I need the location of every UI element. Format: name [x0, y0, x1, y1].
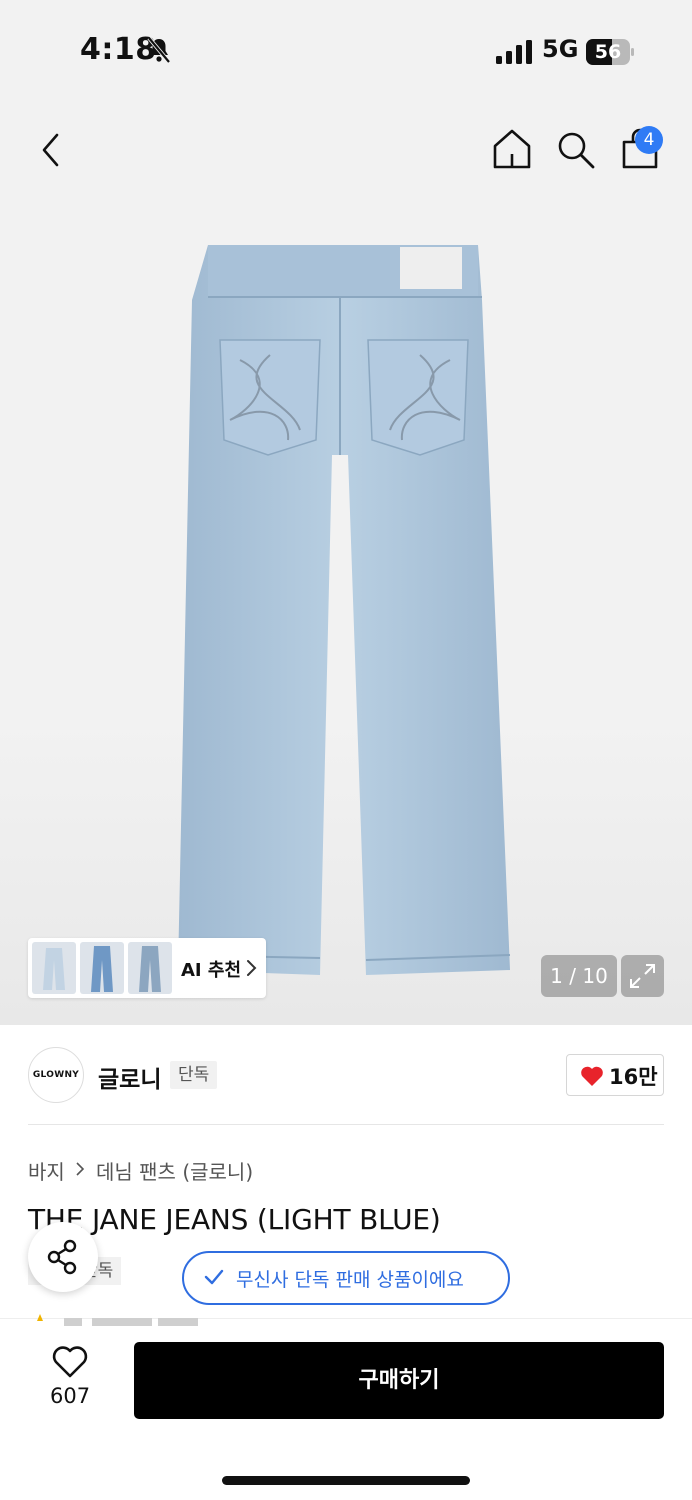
cart-count-badge: 4: [635, 126, 663, 154]
home-indicator: [222, 1476, 470, 1485]
breadcrumb-category[interactable]: 바지: [28, 1156, 65, 1185]
breadcrumb-subcategory[interactable]: 데님 팬츠 (글로니): [96, 1156, 253, 1185]
share-icon: [47, 1239, 77, 1275]
brand-name[interactable]: 글로니: [98, 1060, 161, 1094]
thumbnail-mid-jeans[interactable]: [128, 942, 172, 994]
exclusive-badge: 단독: [170, 1061, 218, 1089]
brand-logo[interactable]: GLOWNY: [28, 1047, 84, 1103]
thumbnail-blue-jeans[interactable]: [80, 942, 124, 994]
heart-outline-icon[interactable]: [51, 1345, 89, 1379]
rating-row-partial: [37, 1314, 198, 1326]
image-page-indicator: 1 / 10: [541, 955, 617, 997]
expand-icon: [630, 964, 655, 988]
chevron-right-icon: [247, 960, 257, 976]
check-icon: [204, 1269, 224, 1285]
ai-recommend-label[interactable]: AI 추천: [181, 956, 241, 982]
bell-slash-icon: [147, 36, 171, 64]
buy-button[interactable]: 구매하기: [134, 1342, 664, 1419]
product-jeans-image: [177, 245, 511, 975]
home-icon[interactable]: [492, 128, 532, 170]
chevron-right-icon: [76, 1162, 85, 1176]
battery-icon: 56: [586, 39, 634, 65]
battery-level: 56: [594, 41, 622, 63]
search-icon[interactable]: [556, 130, 596, 170]
share-button[interactable]: [28, 1222, 98, 1292]
brand-like-count: 16만: [609, 1065, 658, 1089]
expand-button[interactable]: [621, 955, 664, 997]
signal-icon: [496, 40, 532, 64]
heart-filled-icon: [581, 1066, 603, 1086]
back-arrow-icon[interactable]: [36, 130, 66, 170]
divider: [28, 1124, 664, 1125]
network-label: 5G: [542, 35, 579, 63]
wish-count: 607: [50, 1384, 91, 1408]
thumbnail-light-jeans[interactable]: [32, 942, 76, 994]
exclusive-notice-text: 무신사 단독 판매 상품이에요: [236, 1269, 464, 1291]
